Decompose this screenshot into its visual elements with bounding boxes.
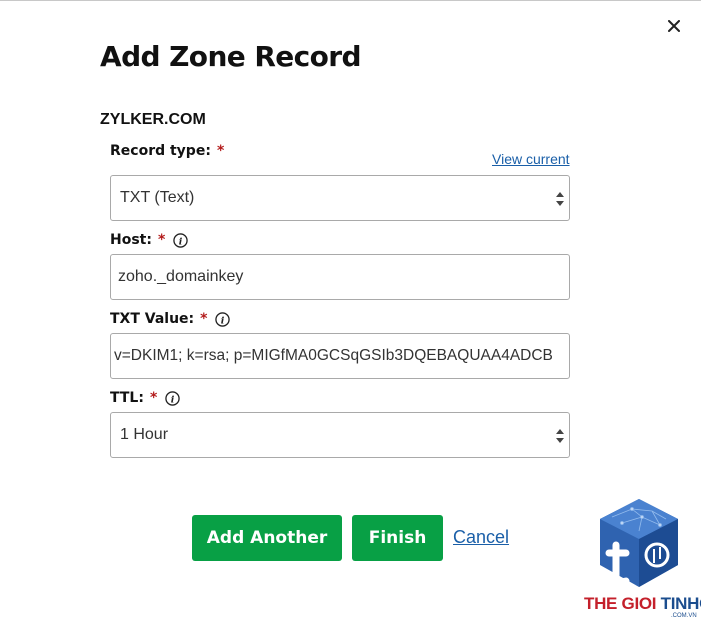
host-label-text: Host: — [110, 232, 152, 248]
required-mark: * — [200, 311, 208, 327]
dialog-title: Add Zone Record — [100, 40, 362, 73]
domain-name: ZYLKER.COM — [100, 111, 206, 128]
svg-text:i: i — [171, 394, 175, 405]
host-label: Host: * i — [110, 232, 189, 248]
select-arrows-icon — [556, 429, 564, 443]
select-arrows-icon — [556, 192, 564, 206]
close-button[interactable] — [664, 16, 684, 36]
txt-value-input[interactable]: v=DKIM1; k=rsa; p=MIGfMA0GCSqGSIb3DQEBAQ… — [110, 333, 570, 379]
add-another-button[interactable]: Add Another — [192, 515, 342, 561]
txt-value-label: TXT Value: * i — [110, 311, 231, 327]
svg-text:i: i — [179, 236, 183, 247]
finish-button[interactable]: Finish — [352, 515, 443, 561]
close-icon — [668, 20, 680, 32]
record-type-select[interactable]: TXT (Text) — [110, 175, 570, 221]
ttl-value: 1 Hour — [120, 426, 169, 443]
required-mark: * — [149, 390, 158, 406]
ttl-label: TTL: * i — [110, 390, 180, 406]
txt-value-label-text: TXT Value: — [110, 311, 195, 327]
record-type-label: Record type: * — [110, 143, 224, 159]
view-current-link[interactable]: View current — [492, 151, 570, 167]
record-type-value: TXT (Text) — [120, 189, 195, 206]
info-icon[interactable]: i — [173, 232, 189, 248]
watermark-brand-part1: THE GIOI — [584, 594, 657, 613]
watermark-brand-part2: TINHOC — [660, 594, 701, 613]
txt-value-value: v=DKIM1; k=rsa; p=MIGfMA0GCSqGSIb3DQEBAQ… — [114, 347, 553, 364]
info-icon[interactable]: i — [215, 311, 231, 327]
watermark-brand: THE GIOI TINHOC — [584, 594, 701, 614]
ttl-select[interactable]: 1 Hour — [110, 412, 570, 458]
dialog-top-border — [0, 0, 701, 1]
ttl-label-text: TTL: — [110, 390, 144, 406]
watermark-sub: .COM.VN — [671, 613, 697, 619]
cancel-link[interactable]: Cancel — [453, 527, 509, 548]
record-type-label-text: Record type: — [110, 143, 211, 159]
info-icon[interactable]: i — [165, 390, 180, 406]
required-mark: * — [216, 143, 225, 159]
svg-text:i: i — [221, 315, 225, 326]
host-value: zoho._domainkey — [118, 268, 244, 285]
required-mark: * — [157, 232, 166, 248]
host-input[interactable]: zoho._domainkey — [110, 254, 570, 300]
